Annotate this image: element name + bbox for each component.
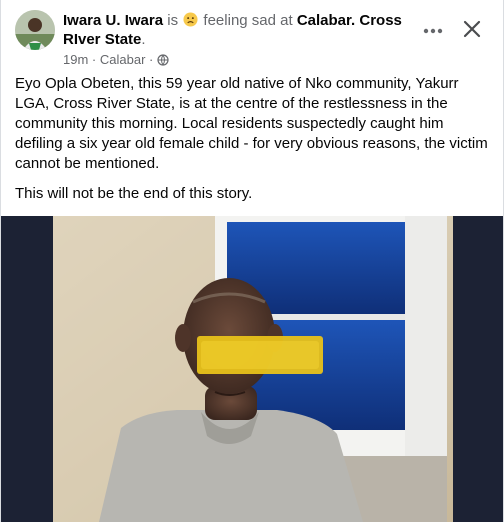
post-header-text: Iwara U. Iwara is feeling sad at Calabar…: [63, 11, 403, 68]
more-options-icon: [423, 21, 443, 39]
meta-separator: ·: [91, 52, 97, 67]
post-photo[interactable]: [1, 216, 503, 522]
post-photo-image: [1, 216, 503, 522]
post-card: Iwara U. Iwara is feeling sad at Calabar…: [0, 0, 504, 522]
location-suffix: .: [141, 31, 146, 48]
author-name[interactable]: Iwara U. Iwara: [63, 12, 163, 29]
post-place[interactable]: Calabar: [100, 52, 146, 67]
globe-icon[interactable]: [157, 54, 169, 66]
post-meta: 19m · Calabar ·: [63, 52, 403, 68]
post-body: Eyo Opla Obeten, this 59 year old native…: [15, 74, 493, 214]
close-icon: [463, 20, 481, 43]
close-button[interactable]: [457, 16, 487, 46]
sad-face-emoji-icon: [183, 12, 198, 27]
meta-separator-2: ·: [149, 52, 154, 67]
more-options-button[interactable]: [419, 18, 447, 42]
is-text: is: [167, 12, 179, 29]
post-paragraph-2: This will not be the end of this story.: [15, 185, 253, 202]
author-avatar[interactable]: [15, 10, 55, 50]
post-time[interactable]: 19m: [63, 52, 88, 67]
post-header: Iwara U. Iwara is feeling sad at Calabar…: [15, 10, 491, 70]
post-paragraph-1: Eyo Opla Obeten, this 59 year old native…: [15, 75, 488, 172]
feeling-text: feeling sad at: [203, 12, 293, 29]
